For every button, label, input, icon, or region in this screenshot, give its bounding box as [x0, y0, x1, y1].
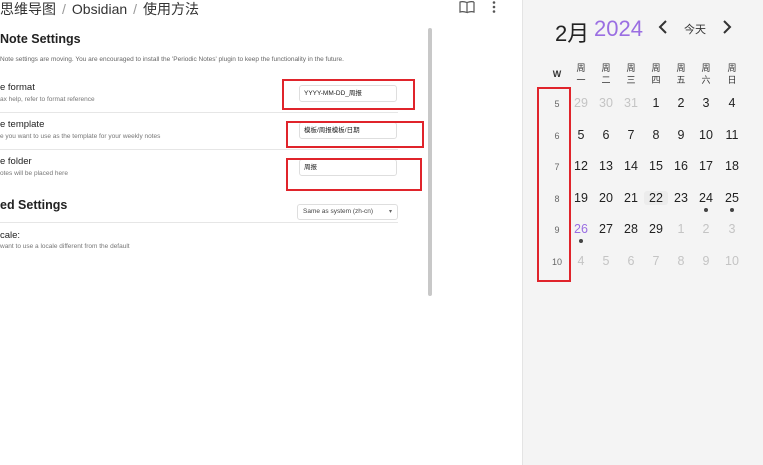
- breadcrumb-item[interactable]: Obsidian: [72, 1, 127, 17]
- locale-label: cale:: [0, 230, 21, 241]
- divider: [0, 222, 398, 223]
- template-label: e template: [0, 119, 45, 130]
- calendar-day[interactable]: 29: [569, 96, 593, 110]
- template-description: e you want to use as the template for yo…: [0, 133, 161, 140]
- calendar-day[interactable]: 17: [694, 159, 718, 173]
- annotation-box: [537, 87, 571, 282]
- calendar-day[interactable]: 9: [694, 254, 718, 268]
- calendar-day[interactable]: 7: [644, 254, 668, 268]
- calendar-day[interactable]: 9: [669, 128, 693, 142]
- calendar-day[interactable]: 3: [720, 222, 744, 236]
- template-input[interactable]: 模板/周报模板/日期: [299, 122, 397, 139]
- calendar-day[interactable]: 20: [594, 191, 618, 205]
- weekday-header: 周一: [576, 63, 586, 85]
- divider: [0, 149, 398, 150]
- calendar-day[interactable]: 10: [720, 254, 744, 268]
- chevron-left-icon[interactable]: [658, 20, 668, 39]
- week-number[interactable]: 10: [547, 257, 567, 267]
- calendar-day[interactable]: 12: [569, 159, 593, 173]
- calendar-day[interactable]: 19: [569, 191, 593, 205]
- scrollbar[interactable]: [428, 28, 432, 296]
- calendar-day[interactable]: 14: [619, 159, 643, 173]
- calendar-day[interactable]: 11: [720, 128, 744, 142]
- weekday-header: 周日: [727, 63, 737, 85]
- divider: [0, 112, 398, 113]
- breadcrumb-item-current[interactable]: 使用方法: [143, 1, 199, 17]
- calendar-day[interactable]: 10: [694, 128, 718, 142]
- calendar-day[interactable]: 30: [594, 96, 618, 110]
- week-number[interactable]: 8: [547, 194, 567, 204]
- calendar-day[interactable]: 8: [669, 254, 693, 268]
- note-indicator-dot: [704, 208, 708, 212]
- calendar-day[interactable]: 22: [644, 191, 668, 205]
- weekly-note-settings: Note Settings Note settings are moving. …: [0, 28, 430, 298]
- calendar-day[interactable]: 2: [669, 96, 693, 110]
- calendar-day[interactable]: 6: [594, 128, 618, 142]
- format-input[interactable]: YYYY-MM-DD_周报: [299, 85, 397, 102]
- settings-notice: Note settings are moving. You are encour…: [0, 56, 344, 63]
- view-header: 思维导图 / Obsidian / 使用方法: [0, 0, 522, 18]
- calendar-day[interactable]: 18: [720, 159, 744, 173]
- calendar-day[interactable]: 1: [669, 222, 693, 236]
- breadcrumb: 思维导图 / Obsidian / 使用方法: [0, 0, 199, 19]
- chevron-down-icon: ▾: [388, 209, 392, 215]
- weekday-header: 周三: [626, 63, 636, 85]
- locale-description: want to use a locale different from the …: [0, 243, 130, 250]
- calendar-day[interactable]: 8: [644, 128, 668, 142]
- today-button[interactable]: 今天: [684, 21, 706, 37]
- book-open-icon[interactable]: [459, 0, 475, 17]
- calendar-year: 2024: [594, 16, 643, 41]
- calendar-day[interactable]: 25: [720, 191, 744, 205]
- weekday-header: 周二: [601, 63, 611, 85]
- calendar-day[interactable]: 7: [619, 128, 643, 142]
- week-number[interactable]: 5: [547, 99, 567, 109]
- calendar-day[interactable]: 15: [644, 159, 668, 173]
- format-label: e format: [0, 82, 35, 93]
- calendar-day[interactable]: 2: [694, 222, 718, 236]
- settings-pane: 思维导图 / Obsidian / 使用方法 Note Settings Note se…: [0, 0, 522, 465]
- note-indicator-dot: [579, 239, 583, 243]
- calendar-day[interactable]: 1: [644, 96, 668, 110]
- section-title: Note Settings: [0, 32, 81, 46]
- calendar-day[interactable]: 23: [669, 191, 693, 205]
- week-number[interactable]: 9: [547, 225, 567, 235]
- calendar-day[interactable]: 13: [594, 159, 618, 173]
- calendar-header: 2月 2024 今天: [523, 14, 763, 46]
- calendar-day[interactable]: 29: [644, 222, 668, 236]
- calendar-day[interactable]: 21: [619, 191, 643, 205]
- breadcrumb-item[interactable]: 思维导图: [0, 1, 56, 17]
- locale-dropdown[interactable]: Same as system (zh-cn) ▾: [297, 204, 398, 220]
- weekday-header: 周五: [676, 63, 686, 85]
- calendar-day[interactable]: 4: [720, 96, 744, 110]
- advanced-settings-title: ed Settings: [0, 198, 68, 212]
- more-vertical-icon[interactable]: [491, 0, 497, 17]
- chevron-right-icon[interactable]: [722, 20, 732, 39]
- weekday-header: 周四: [651, 63, 661, 85]
- week-number[interactable]: 6: [547, 131, 567, 141]
- calendar-pane: 2月 2024 今天 W 周一周二周三周四周五周六周日 5 29 30 31 1 2 3 4 6…: [522, 0, 763, 465]
- calendar-day[interactable]: 5: [569, 128, 593, 142]
- calendar-day[interactable]: 3: [694, 96, 718, 110]
- format-description: ax help, refer to format reference: [0, 96, 95, 103]
- week-number[interactable]: 7: [547, 162, 567, 172]
- calendar-month: 2月: [555, 21, 590, 46]
- breadcrumb-separator: /: [62, 1, 66, 17]
- calendar-day[interactable]: 24: [694, 191, 718, 205]
- calendar-day[interactable]: 31: [619, 96, 643, 110]
- calendar-day[interactable]: 4: [569, 254, 593, 268]
- folder-label: e folder: [0, 156, 32, 167]
- locale-dropdown-value: Same as system (zh-cn): [303, 208, 374, 215]
- note-indicator-dot: [730, 208, 734, 212]
- calendar-day[interactable]: 6: [619, 254, 643, 268]
- calendar-day[interactable]: 5: [594, 254, 618, 268]
- folder-input[interactable]: 周报: [299, 159, 397, 176]
- folder-description: otes will be placed here: [0, 170, 68, 177]
- week-column-header: W: [552, 69, 562, 79]
- calendar-day[interactable]: 16: [669, 159, 693, 173]
- breadcrumb-separator: /: [133, 1, 138, 17]
- calendar-day[interactable]: 28: [619, 222, 643, 236]
- weekday-header: 周六: [701, 63, 711, 85]
- calendar-day[interactable]: 26: [569, 222, 593, 236]
- calendar-day[interactable]: 27: [594, 222, 618, 236]
